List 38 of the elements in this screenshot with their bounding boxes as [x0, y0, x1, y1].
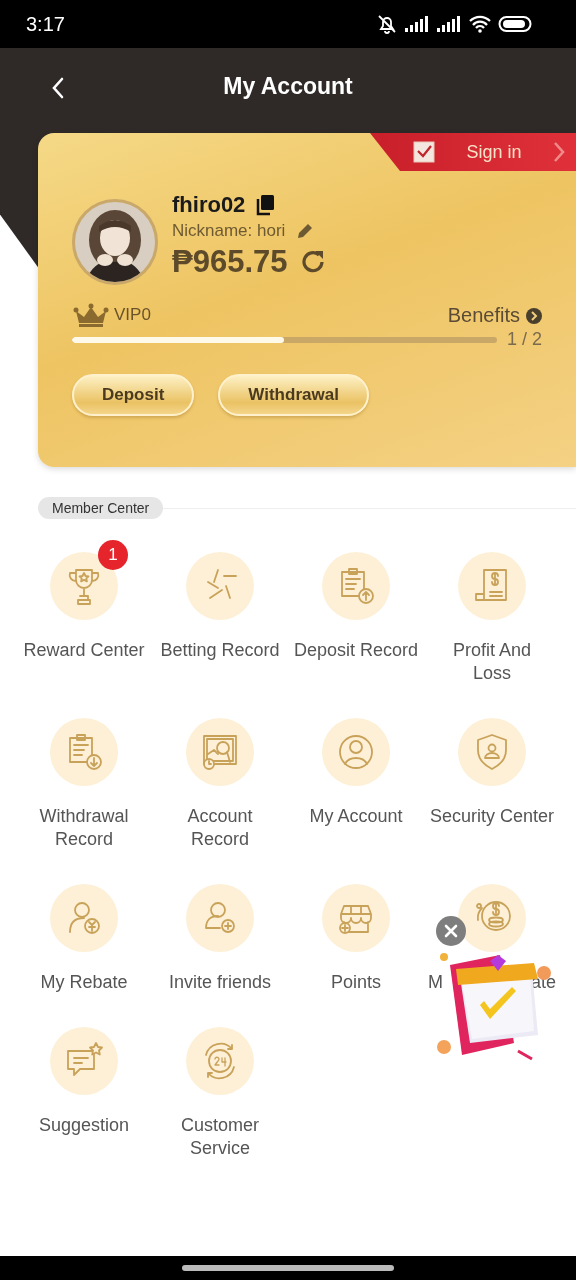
vip-level: VIP0 [114, 305, 151, 325]
menu-item[interactable]: My Account [288, 706, 424, 851]
status-time: 3:17 [26, 12, 65, 36]
menu-item[interactable]: Points [288, 872, 424, 994]
menu-item[interactable]: Deposit Record [288, 540, 424, 685]
chevron-circle-icon [526, 307, 542, 324]
bell-off-icon [376, 13, 398, 35]
chevron-right-icon [552, 140, 566, 164]
crown-icon [72, 303, 110, 327]
battery-icon [498, 15, 532, 33]
benefits-link[interactable]: Benefits [447, 304, 542, 327]
close-icon [444, 924, 458, 938]
checkbox-icon [412, 140, 436, 164]
menu-item[interactable]: Withdrawal Record [16, 706, 152, 851]
signal-icon [436, 15, 462, 33]
menu-item[interactable]: 1 Reward Center [16, 540, 152, 685]
section-label: Member Center [38, 497, 164, 519]
menu-item[interactable]: Betting Record [152, 540, 288, 685]
page-title: My Account [223, 73, 353, 100]
menu-item[interactable]: Profit And Loss [424, 540, 560, 685]
menu-item[interactable]: Account Record [152, 706, 288, 851]
balance: ₱965.75 [172, 244, 288, 280]
menu-item[interactable]: Customer Service [152, 1015, 288, 1160]
close-button[interactable] [436, 916, 466, 946]
menu-item[interactable]: My Rebate [16, 872, 152, 994]
wifi-icon [468, 15, 492, 33]
sign-in-button[interactable]: Sign in [370, 133, 576, 171]
signal-icon [404, 15, 430, 33]
notification-badge: 1 [98, 540, 128, 570]
menu-item[interactable]: Security Center [424, 706, 560, 851]
nickname: Nickname: hori [172, 221, 286, 241]
copy-icon[interactable] [255, 194, 276, 216]
username: fhiro02 [172, 192, 246, 218]
withdrawal-button[interactable]: Withdrawal [218, 374, 369, 416]
menu-item[interactable]: Invite friends [152, 872, 288, 994]
deposit-button[interactable]: Deposit [72, 374, 195, 416]
progress-reading: 1 / 2 [506, 329, 542, 350]
menu-item[interactable]: Suggestion [16, 1015, 152, 1160]
